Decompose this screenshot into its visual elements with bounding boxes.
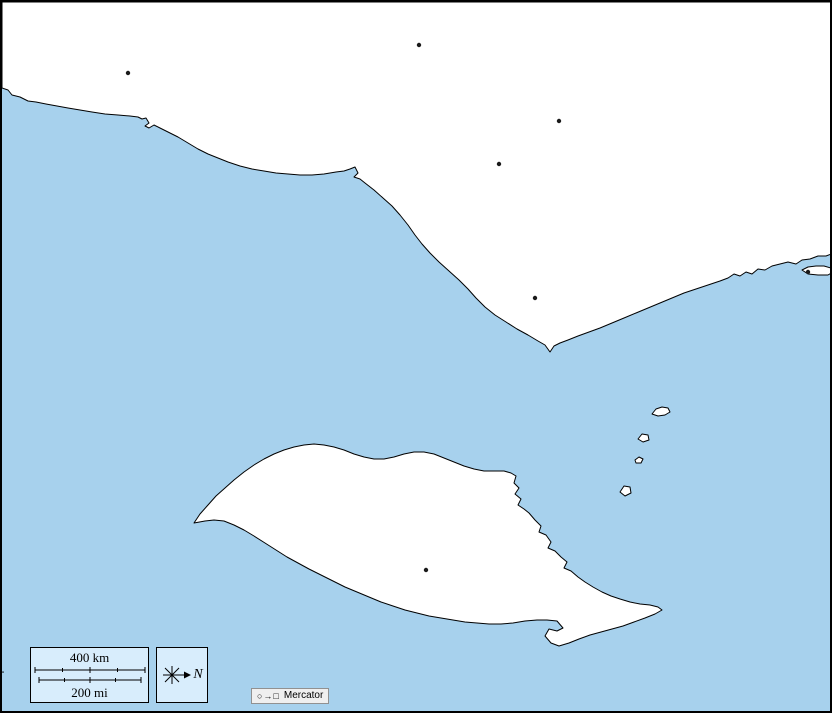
compass-star-icon — [161, 662, 192, 688]
compass-north-label: N — [193, 667, 202, 683]
city-dot — [417, 43, 421, 47]
km-scale-bar — [34, 666, 146, 674]
credit-text: © d-maps.com — [0, 641, 5, 706]
city-dot — [126, 71, 130, 75]
map-svg — [2, 2, 832, 713]
mi-scale-bar — [38, 676, 142, 684]
scale-km-label: 400 km — [70, 651, 109, 664]
city-dot — [557, 119, 561, 123]
compass-box: N — [156, 647, 208, 703]
city-dot — [806, 270, 810, 274]
scale-box: 400 km 200 mi — [30, 647, 149, 703]
city-dot — [424, 568, 428, 572]
scale-mi-label: 200 mi — [71, 686, 107, 699]
city-dot — [533, 296, 537, 300]
map-canvas: 400 km 200 mi N ○→□ M — [0, 0, 832, 713]
projection-label: Mercator — [284, 689, 323, 703]
projection-icon: ○→□ — [257, 689, 280, 703]
city-dot — [497, 162, 501, 166]
projection-chip: ○→□ Mercator — [251, 688, 329, 704]
